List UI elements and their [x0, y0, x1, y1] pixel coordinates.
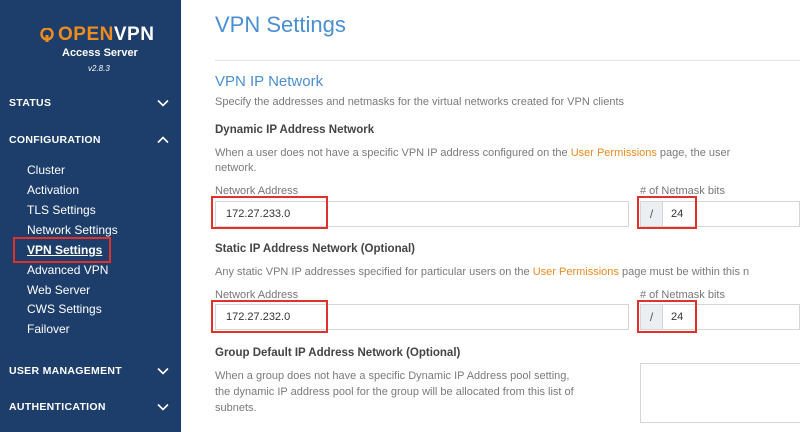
dynamic-netmask-highlight [637, 196, 697, 229]
dynamic-heading: Dynamic IP Address Network [215, 124, 375, 136]
section-status-label: STATUS [9, 97, 52, 109]
user-permissions-link[interactable]: User Permissions [571, 147, 657, 159]
sidebar-item-tls-settings[interactable]: TLS Settings [27, 201, 96, 219]
divider [215, 60, 800, 61]
dynamic-network-highlight [211, 196, 328, 229]
static-netmask-highlight [637, 300, 697, 333]
sidebar-item-web-server[interactable]: Web Server [27, 281, 90, 299]
sidebar-item-cluster[interactable]: Cluster [27, 161, 65, 179]
section-configuration[interactable]: CONFIGURATION [0, 128, 181, 152]
dynamic-description-line2: network. [215, 162, 257, 174]
section-authentication[interactable]: AUTHENTICATION [0, 395, 181, 419]
static-description: Any static VPN IP addresses specified fo… [215, 266, 750, 278]
sidebar-item-cws-settings[interactable]: CWS Settings [27, 300, 102, 318]
group-heading: Group Default IP Address Network (Option… [215, 347, 461, 359]
section-status[interactable]: STATUS [0, 91, 181, 115]
main-content: VPN Settings VPN IP Network Specify the … [181, 0, 800, 432]
section-configuration-label: CONFIGURATION [9, 134, 101, 146]
dynamic-description: When a user does not have a specific VPN… [215, 147, 731, 159]
section-description: Specify the addresses and netmasks for t… [215, 96, 625, 108]
openvpn-logo: OPENVPN Access Server v2.8.3 [0, 12, 181, 73]
group-description-line3: subnets. [215, 402, 257, 414]
chevron-down-icon [157, 403, 169, 411]
vpn-settings-highlight [13, 237, 111, 263]
chevron-up-icon [157, 136, 169, 144]
section-authentication-label: AUTHENTICATION [9, 401, 106, 413]
static-network-highlight [211, 300, 328, 333]
sidebar-item-advanced-vpn[interactable]: Advanced VPN [27, 261, 108, 279]
logo-wordmark: OPENVPN [58, 24, 155, 45]
chevron-down-icon [157, 367, 169, 375]
section-user-management[interactable]: USER MANAGEMENT [0, 359, 181, 383]
sidebar-item-activation[interactable]: Activation [27, 181, 79, 199]
static-heading: Static IP Address Network (Optional) [215, 243, 416, 255]
user-permissions-link[interactable]: User Permissions [533, 266, 619, 278]
sidebar: OPENVPN Access Server v2.8.3 STATUS CONF… [0, 0, 181, 432]
logo-subtitle: Access Server [62, 47, 138, 59]
openvpn-logo-icon [40, 28, 54, 42]
group-description-line2: the dynamic IP address pool for the grou… [215, 386, 574, 398]
group-description-line1: When a group does not have a specific Dy… [215, 370, 570, 382]
page-title: VPN Settings [215, 12, 346, 37]
section-title: VPN IP Network [215, 73, 324, 90]
section-user-management-label: USER MANAGEMENT [9, 365, 123, 377]
chevron-down-icon [157, 99, 169, 107]
sidebar-item-failover[interactable]: Failover [27, 320, 70, 338]
version-label: v2.8.3 [88, 64, 110, 73]
group-subnets-textarea[interactable] [640, 363, 800, 423]
